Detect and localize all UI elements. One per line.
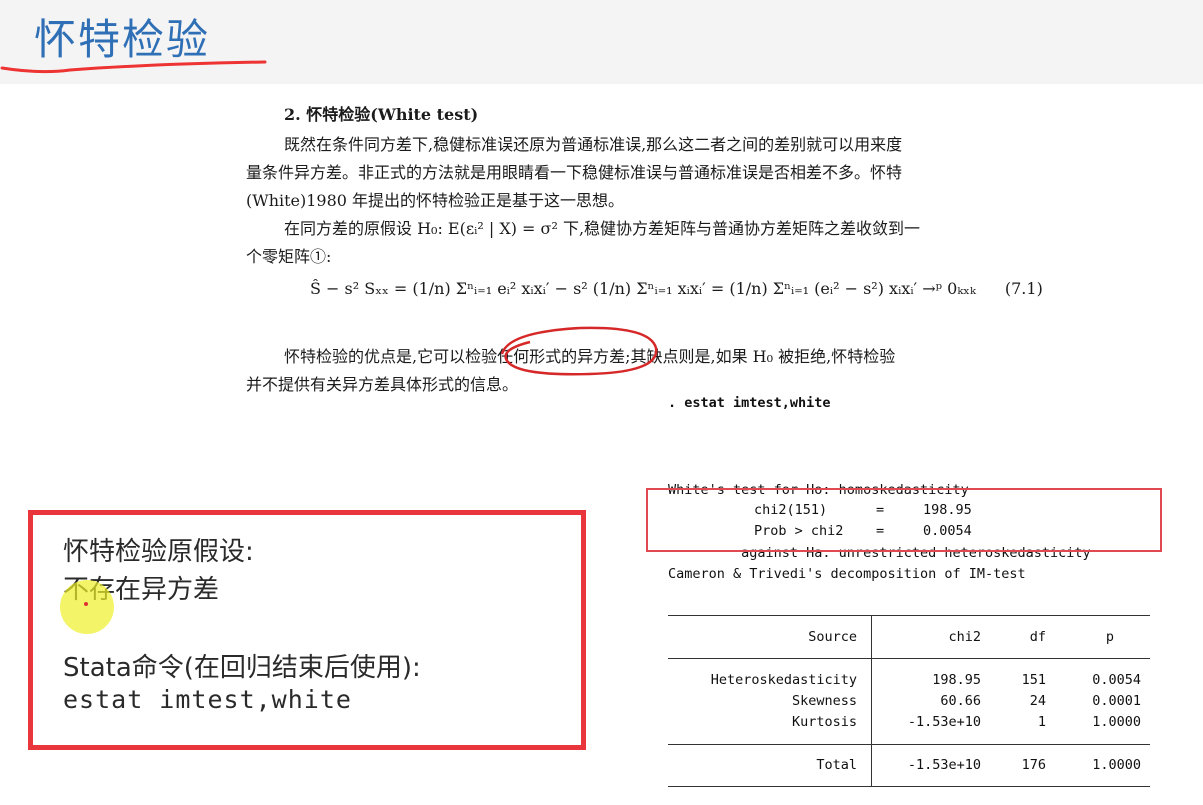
table-cell: 151 bbox=[1021, 672, 1046, 688]
table-cell: 0.0054 bbox=[1092, 672, 1141, 688]
prob-label: Prob > chi2 bbox=[754, 523, 844, 539]
prob-equals: = bbox=[876, 523, 885, 539]
decomposition-title: Cameron & Trivedi's decomposition of IM-… bbox=[668, 566, 1026, 582]
prob-value: 0.0054 bbox=[923, 523, 972, 539]
cursor-highlight bbox=[60, 580, 114, 634]
summary-callout: 怀特检验原假设: 不存在异方差 Stata命令(在回归结束后使用): estat… bbox=[28, 510, 586, 750]
table-total-cell: -1.53e+10 bbox=[907, 757, 981, 773]
formula: Ŝ − s² Sₓₓ = (1/n) Σⁿᵢ₌₁ eᵢ² xᵢxᵢ′ − s² … bbox=[310, 274, 1043, 303]
table-cell: Heteroskedasticity bbox=[710, 672, 857, 688]
cursor-pointer bbox=[84, 602, 88, 606]
callout-line: Stata命令(在回归结束后使用): bbox=[63, 653, 421, 683]
table-rule bbox=[668, 744, 1150, 745]
formula-expression: Ŝ − s² Sₓₓ = (1/n) Σⁿᵢ₌₁ eᵢ² xᵢxᵢ′ − s² … bbox=[310, 279, 976, 298]
chi2-equals: = bbox=[876, 502, 885, 518]
chi2-value: 198.95 bbox=[923, 502, 972, 518]
table-rule bbox=[668, 658, 1150, 659]
text-line: 量条件异方差。非正式的方法就是用眼睛看一下稳健标准误与普通标准误是否相差不多。怀… bbox=[246, 163, 903, 182]
table-vrule bbox=[871, 615, 872, 787]
table-cell: Kurtosis bbox=[791, 714, 857, 730]
table-cell: 198.95 bbox=[932, 672, 981, 688]
table-total-cell: Total bbox=[816, 757, 857, 773]
section-heading: 2. 怀特检验(White test) bbox=[284, 105, 479, 124]
table-rule bbox=[668, 786, 1150, 787]
formula-number: (7.1) bbox=[1004, 279, 1043, 298]
stata-command: . estat imtest,white bbox=[668, 395, 831, 411]
text-line: 既然在条件同方差下,稳健标准误还原为普通标准误,那么这二者之间的差别就可以用来度 bbox=[284, 135, 903, 154]
table-cell: 1 bbox=[1037, 714, 1046, 730]
text-line: 个零矩阵①: bbox=[246, 247, 332, 266]
annotation-ellipse bbox=[500, 326, 658, 376]
table-header: p bbox=[1105, 629, 1114, 645]
text-line: 并不提供有关异方差具体形式的信息。 bbox=[246, 375, 519, 394]
text-line: (White)1980 年提出的怀特检验正是基于这一思想。 bbox=[246, 191, 625, 210]
table-total-cell: 1.0000 bbox=[1092, 757, 1141, 773]
table-cell: Skewness bbox=[791, 693, 857, 709]
table-header: df bbox=[1029, 629, 1046, 645]
table-cell: 1.0000 bbox=[1092, 714, 1141, 730]
table-cell: 24 bbox=[1029, 693, 1046, 709]
text-line: 在同方差的原假设 H₀: E(εᵢ² | X) = σ² 下,稳健协方差矩阵与普… bbox=[284, 219, 921, 238]
test-statistic-box: chi2(151) = 198.95 Prob > chi2 = 0.0054 bbox=[646, 488, 1162, 552]
table-header: Source bbox=[808, 629, 857, 645]
table-cell: -1.53e+10 bbox=[907, 714, 981, 730]
slide-header: 怀特检验 bbox=[0, 0, 1203, 84]
table-total-cell: 176 bbox=[1021, 757, 1046, 773]
table-cell: 0.0001 bbox=[1092, 693, 1141, 709]
table-header: chi2 bbox=[948, 629, 981, 645]
title-underline bbox=[0, 60, 267, 74]
callout-line: 怀特检验原假设: bbox=[63, 537, 254, 567]
table-rule bbox=[668, 615, 1150, 616]
table-cell: 60.66 bbox=[940, 693, 981, 709]
callout-command: estat imtest,white bbox=[63, 685, 352, 714]
chi2-label: chi2(151) bbox=[754, 502, 828, 518]
